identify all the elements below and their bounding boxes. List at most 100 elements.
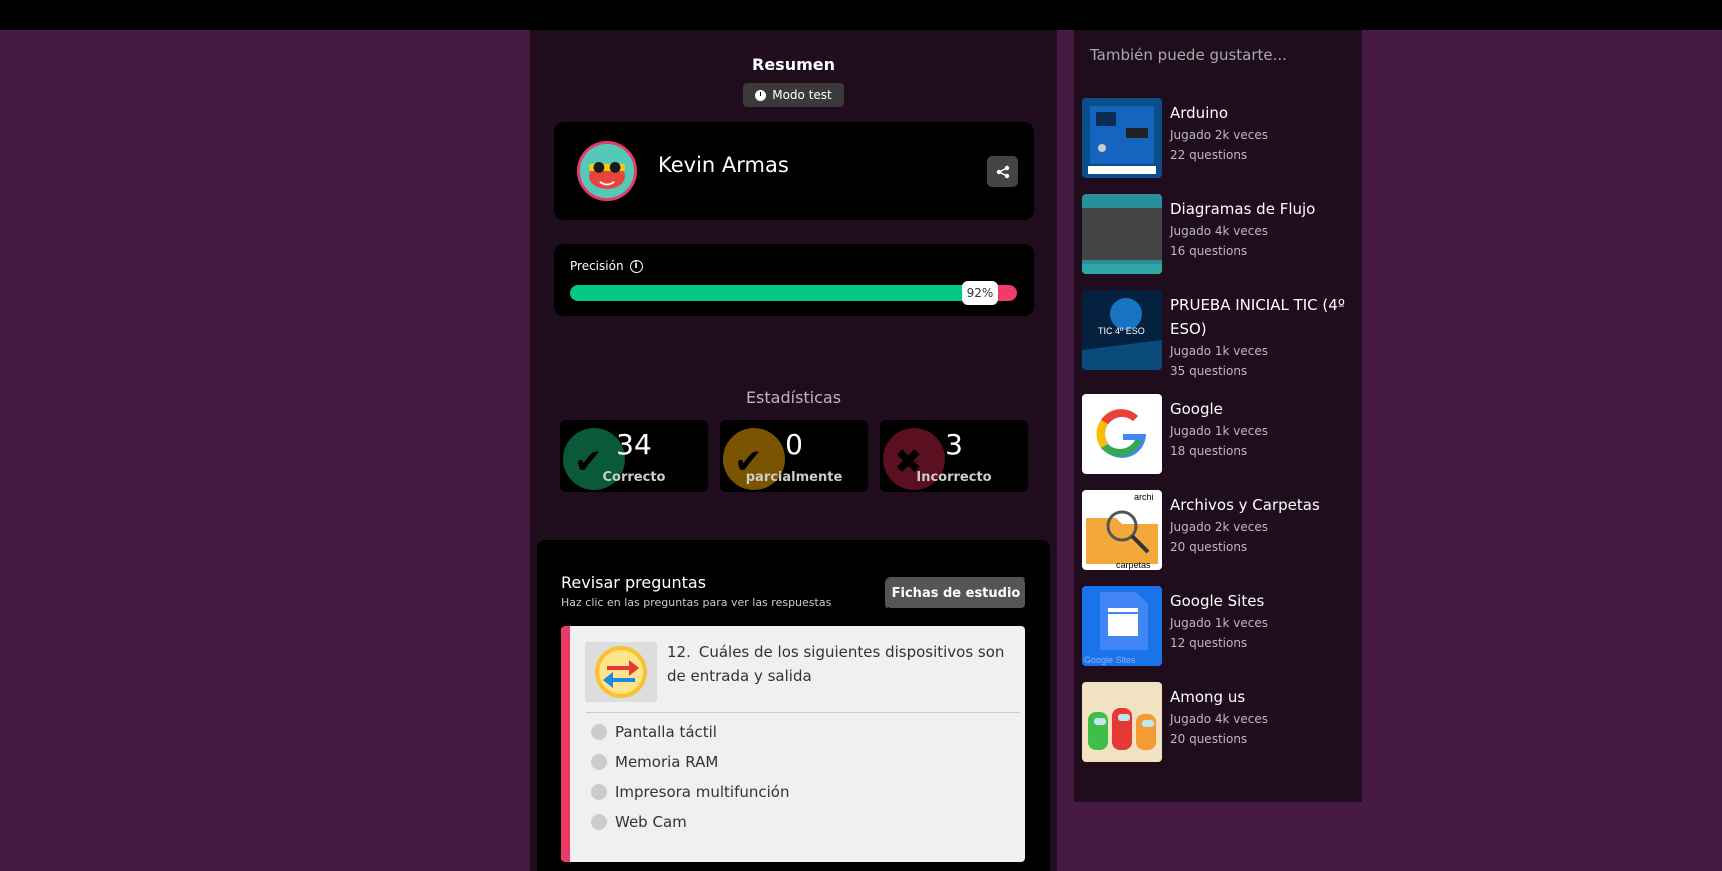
thumbnail-prueba-tic: TIC 4º ESO: [1082, 290, 1162, 370]
svg-text:carpetas: carpetas: [1116, 560, 1151, 570]
recommendation-title: Arduino: [1170, 104, 1229, 122]
recommendation-item[interactable]: Google Sites Google Sites Jugado 1k vece…: [1082, 586, 1357, 668]
divider: [586, 712, 1020, 713]
question-number: 12.: [667, 643, 691, 661]
recommendation-info: PRUEBA INICIAL TIC (4º ESO) Jugado 1k ve…: [1170, 293, 1355, 381]
recommendations-sidebar: También puede gustarte... Arduino Jugado…: [1074, 30, 1362, 802]
thumbnail-among-us: [1082, 682, 1162, 762]
player-card: Kevin Armas: [554, 122, 1034, 220]
svg-text:archi: archi: [1134, 492, 1154, 502]
radio-dot-icon: [591, 754, 607, 770]
radio-dot-icon: [591, 784, 607, 800]
swap-arrows-icon: [595, 646, 647, 698]
play-count: Jugado 4k veces: [1170, 712, 1269, 726]
play-count: Jugado 4k veces: [1170, 224, 1269, 238]
google-sites-icon: Google Sites: [1082, 586, 1162, 666]
stat-partial-label: parcialmente: [745, 470, 843, 485]
sidebar-title: También puede gustarte...: [1090, 46, 1287, 64]
recommendation-item[interactable]: Google Jugado 1k veces 18 questions: [1082, 394, 1357, 476]
answer-option-label: Memoria RAM: [615, 753, 719, 771]
browser-top-bar: [0, 0, 1722, 30]
recommendation-info: Diagramas de Flujo Jugado 4k veces 16 qu…: [1170, 197, 1355, 261]
recommendation-info: Google Jugado 1k veces 18 questions: [1170, 397, 1355, 461]
recommendation-item[interactable]: Diagramas de Flujo Jugado 4k veces 16 qu…: [1082, 194, 1357, 276]
stat-partial: ✔ 0 parcialmente: [720, 420, 868, 492]
radio-dot-icon: [591, 724, 607, 740]
play-count: Jugado 1k veces: [1170, 616, 1269, 630]
question-count: 22 questions: [1170, 148, 1248, 162]
recommendation-item[interactable]: Arduino Jugado 2k veces 22 questions: [1082, 98, 1357, 180]
share-button[interactable]: [987, 156, 1018, 187]
recommendation-title: Among us: [1170, 688, 1246, 706]
question-text: 12. Cuáles de los siguientes dispositivos…: [667, 640, 1017, 688]
summary-title: Resumen: [752, 55, 835, 74]
question-count: 35 questions: [1170, 364, 1248, 378]
recommendation-info: Archivos y Carpetas Jugado 2k veces 20 q…: [1170, 493, 1355, 557]
play-count: Jugado 2k veces: [1170, 520, 1269, 534]
recommendation-title: Google Sites: [1170, 592, 1265, 610]
avatar-icon: [580, 144, 634, 198]
question-count: 20 questions: [1170, 540, 1248, 554]
flashcards-button[interactable]: Fichas de estudio: [885, 577, 1027, 610]
answer-option-label: Impresora multifunción: [615, 783, 790, 801]
stat-correct: ✔ 34 Correcto: [560, 420, 708, 492]
player-name: Kevin Armas: [658, 153, 789, 177]
answer-option-label: Pantalla táctil: [615, 723, 717, 741]
question-count: 18 questions: [1170, 444, 1248, 458]
answer-option: Web Cam: [591, 813, 687, 831]
review-subtitle: Haz clic en las preguntas para ver las r…: [561, 596, 832, 609]
question-count: 12 questions: [1170, 636, 1248, 650]
stat-incorrect-value: 3: [945, 428, 963, 461]
stats-title: Estadísticas: [745, 388, 842, 407]
precision-percent: 92%: [962, 281, 998, 305]
precision-bar: [570, 285, 1017, 301]
recommendation-title: Google: [1170, 400, 1223, 418]
svg-text:TIC 4º ESO: TIC 4º ESO: [1098, 326, 1145, 336]
stat-incorrect: ✖ 3 Incorrecto: [880, 420, 1028, 492]
info-icon[interactable]: i: [629, 259, 643, 273]
recommendation-info: Google Sites Jugado 1k veces 12 question…: [1170, 589, 1355, 653]
answer-option: Pantalla táctil: [591, 723, 717, 741]
stat-correct-label: Correcto: [602, 470, 666, 485]
summary-panel: Resumen Modo test Kevin Armas Precisión …: [530, 30, 1057, 871]
review-section: Revisar preguntas Haz clic en las pregun…: [537, 540, 1050, 871]
recommendation-title: Archivos y Carpetas: [1170, 496, 1320, 514]
recommendation-item[interactable]: archi carpetas Archivos y Carpetas Jugado…: [1082, 490, 1357, 572]
recommendation-item[interactable]: TIC 4º ESO PRUEBA INICIAL TIC (4º ESO) J…: [1082, 290, 1357, 378]
google-logo-icon: [1082, 394, 1162, 474]
precision-text: Precisión: [570, 259, 624, 273]
review-title: Revisar preguntas: [561, 573, 707, 592]
avatar: [577, 141, 637, 201]
stat-partial-value: 0: [785, 428, 803, 461]
question-count: 16 questions: [1170, 244, 1248, 258]
share-icon: [996, 165, 1009, 178]
precision-label: Precisión i: [570, 259, 643, 273]
question-card[interactable]: 12. Cuáles de los siguientes dispositivos…: [561, 626, 1025, 862]
answer-option: Impresora multifunción: [591, 783, 789, 801]
clock-icon: [755, 89, 767, 101]
play-count: Jugado 2k veces: [1170, 128, 1269, 142]
mode-label: Modo test: [772, 88, 832, 102]
thumbnail-diagramas: [1082, 194, 1162, 274]
precision-bar-fill: [570, 285, 982, 301]
question-body: Cuáles de los siguientes dispositivos so…: [667, 643, 1005, 685]
radio-dot-icon: [591, 814, 607, 830]
stat-correct-value: 34: [616, 428, 652, 461]
play-count: Jugado 1k veces: [1170, 424, 1269, 438]
stat-incorrect-label: Incorrecto: [916, 470, 992, 485]
answer-option: Memoria RAM: [591, 753, 718, 771]
recommendation-title: Diagramas de Flujo: [1170, 200, 1316, 218]
question-count: 20 questions: [1170, 732, 1248, 746]
thumbnail-archivos: archi carpetas: [1082, 490, 1162, 570]
recommendation-title: PRUEBA INICIAL TIC (4º ESO): [1170, 296, 1345, 338]
recommendation-item[interactable]: Among us Jugado 4k veces 20 questions: [1082, 682, 1357, 764]
mode-badge: Modo test: [743, 83, 844, 107]
svg-text:Google Sites: Google Sites: [1084, 655, 1136, 665]
play-count: Jugado 1k veces: [1170, 344, 1269, 358]
question-image: [585, 642, 657, 702]
thumbnail-arduino: [1082, 98, 1162, 178]
recommendation-info: Arduino Jugado 2k veces 22 questions: [1170, 101, 1355, 165]
answer-option-label: Web Cam: [615, 813, 687, 831]
recommendation-info: Among us Jugado 4k veces 20 questions: [1170, 685, 1355, 749]
precision-card: Precisión i 92%: [554, 244, 1034, 316]
